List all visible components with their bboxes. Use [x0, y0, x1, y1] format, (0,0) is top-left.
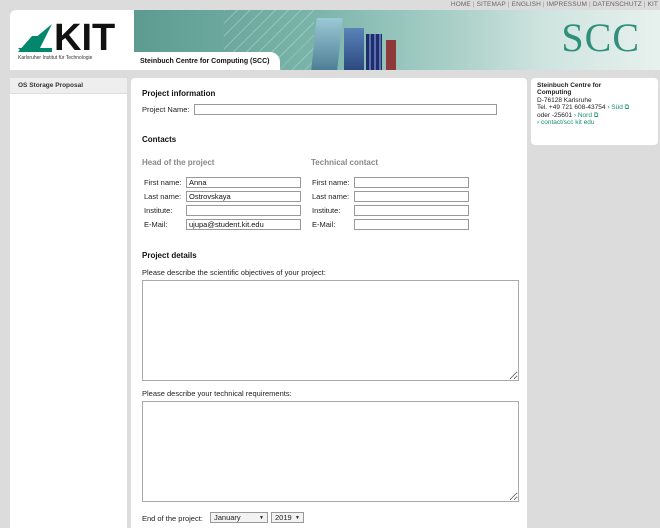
- requirements-label: Please describe your technical requireme…: [142, 389, 292, 398]
- kit-logo-icon: KIT: [18, 18, 115, 52]
- tech-first-name-input[interactable]: [354, 177, 469, 188]
- nav-sitemap-link[interactable]: SITEMAP: [477, 1, 506, 8]
- infobox-oder-line: oder -25601 › Nord ⧉: [537, 112, 652, 119]
- chevron-down-icon: ▼: [295, 515, 300, 521]
- kit-logo[interactable]: KIT Karlsruher Institut für Technologie: [10, 10, 134, 70]
- nav-kit-link[interactable]: KIT: [648, 1, 658, 8]
- end-month-select[interactable]: January ▼: [210, 512, 268, 523]
- project-information-heading: Project information: [142, 89, 216, 98]
- tech-first-name-label: First name:: [312, 178, 350, 187]
- nav-english-link[interactable]: ENGLISH: [512, 1, 541, 8]
- tech-last-name-label: Last name:: [312, 192, 350, 201]
- infobox-title-line2: Computing: [537, 89, 572, 97]
- chevron-down-icon: ▼: [259, 515, 264, 521]
- end-year-select[interactable]: 2019 ▼: [271, 512, 304, 523]
- infobox-link-contact[interactable]: › contact/scc kit edu: [537, 119, 652, 126]
- tech-last-name-input[interactable]: [354, 191, 469, 202]
- infobox-tel: Tel. +49 721 608-43754: [537, 104, 606, 112]
- objectives-textarea[interactable]: [142, 280, 519, 381]
- head-of-project-heading: Head of the project: [142, 158, 215, 167]
- header-banner: SCC Steinbuch Centre for Computing (SCC): [134, 10, 660, 70]
- kit-logo-subtitle: Karlsruher Institut für Technologie: [18, 55, 93, 61]
- sidebar-item-os-storage-proposal[interactable]: OS Storage Proposal: [10, 78, 127, 94]
- head-last-name-label: Last name:: [144, 192, 182, 201]
- banner-building-graphic: [386, 40, 396, 70]
- banner-building-graphic: [311, 18, 343, 70]
- end-of-project-label: End of the project:: [142, 514, 203, 523]
- infobox-link-sued[interactable]: › Süd ⧉: [607, 104, 629, 111]
- infobox-oder: oder -25601: [537, 111, 573, 119]
- tech-institute-label: Institute:: [312, 206, 341, 215]
- head-last-name-input[interactable]: [186, 191, 301, 202]
- project-details-heading: Project details: [142, 251, 197, 260]
- infobox-title-line1: Steinbuch Centre for: [537, 82, 602, 89]
- head-institute-input[interactable]: [186, 205, 301, 216]
- end-year-value: 2019: [275, 513, 292, 522]
- contacts-heading: Contacts: [142, 135, 177, 144]
- nav-home-link[interactable]: HOME: [451, 1, 471, 8]
- site-header: KIT Karlsruher Institut für Technologie …: [10, 10, 660, 70]
- banner-building-graphic: [344, 28, 364, 70]
- infobox-address: D-76128 Karlsruhe: [537, 96, 592, 104]
- requirements-textarea[interactable]: [142, 401, 519, 502]
- left-sidebar: OS Storage Proposal: [10, 78, 127, 528]
- head-institute-label: Institute:: [144, 206, 173, 215]
- head-email-label: E-Mail:: [144, 220, 168, 229]
- infobox-link-nord[interactable]: › Nord ⧉: [574, 112, 599, 119]
- contact-infobox: Steinbuch Centre for Computing D-76128 K…: [531, 78, 658, 145]
- nav-datenschutz-link[interactable]: DATENSCHUTZ: [593, 1, 642, 8]
- head-first-name-input[interactable]: [186, 177, 301, 188]
- infobox-tel-line: Tel. +49 721 608-43754 › Süd ⧉: [537, 104, 652, 111]
- project-name-input[interactable]: [194, 104, 497, 115]
- tech-email-label: E-Mail:: [312, 220, 336, 229]
- tech-institute-input[interactable]: [354, 205, 469, 216]
- scc-logo[interactable]: SCC: [561, 14, 640, 61]
- project-name-label: Project Name:: [142, 105, 190, 114]
- nav-impressum-link[interactable]: IMPRESSUM: [547, 1, 587, 8]
- end-month-value: January: [214, 513, 241, 522]
- banner-building-graphic: [366, 34, 382, 70]
- head-first-name-label: First name:: [144, 178, 182, 187]
- main-content: Project information Project Name: Contac…: [131, 78, 527, 528]
- site-title: Steinbuch Centre for Computing (SCC): [134, 52, 280, 70]
- head-email-input[interactable]: [186, 219, 301, 230]
- objectives-label: Please describe the scientific objective…: [142, 268, 326, 277]
- technical-contact-heading: Technical contact: [311, 158, 378, 167]
- top-utility-nav: HOME | SITEMAP | ENGLISH | IMPRESSUM | DATENSCHU…: [451, 0, 658, 9]
- tech-email-input[interactable]: [354, 219, 469, 230]
- kit-logo-text: KIT: [54, 18, 115, 52]
